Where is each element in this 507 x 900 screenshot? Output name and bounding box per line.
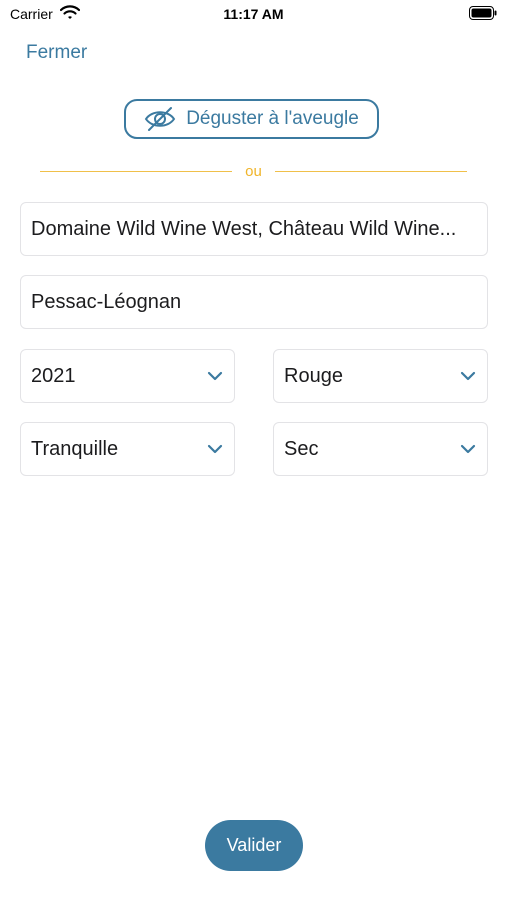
type-value: Tranquille: [31, 437, 119, 460]
submit-button[interactable]: Valider: [205, 820, 303, 871]
blind-tasting-button[interactable]: Déguster à l'aveugle: [124, 99, 379, 139]
chevron-down-icon: [460, 444, 476, 454]
color-value: Rouge: [284, 364, 343, 387]
close-button[interactable]: Fermer: [26, 42, 87, 64]
chevron-down-icon: [207, 444, 223, 454]
blind-tasting-label: Déguster à l'aveugle: [186, 108, 359, 129]
color-select[interactable]: Rouge: [273, 349, 488, 403]
producer-field[interactable]: Domaine Wild Wine West, Château Wild Win…: [20, 202, 488, 256]
eye-slash-icon: [144, 106, 176, 132]
divider-line-right: [275, 171, 467, 172]
vintage-select[interactable]: 2021: [20, 349, 235, 403]
or-divider: ou: [40, 163, 467, 181]
vintage-value: 2021: [31, 364, 76, 387]
battery-icon: [469, 6, 497, 25]
sweetness-value: Sec: [284, 437, 319, 460]
sweetness-select[interactable]: Sec: [273, 422, 488, 476]
producer-value: Domaine Wild Wine West, Château Wild Win…: [31, 217, 457, 240]
appellation-field[interactable]: Pessac-Léognan: [20, 275, 488, 329]
appellation-value: Pessac-Léognan: [31, 290, 182, 313]
chevron-down-icon: [207, 371, 223, 381]
type-select[interactable]: Tranquille: [20, 422, 235, 476]
status-time: 11:17 AM: [223, 6, 284, 22]
chevron-down-icon: [460, 371, 476, 381]
status-bar: Carrier 11:17 AM: [0, 0, 507, 28]
